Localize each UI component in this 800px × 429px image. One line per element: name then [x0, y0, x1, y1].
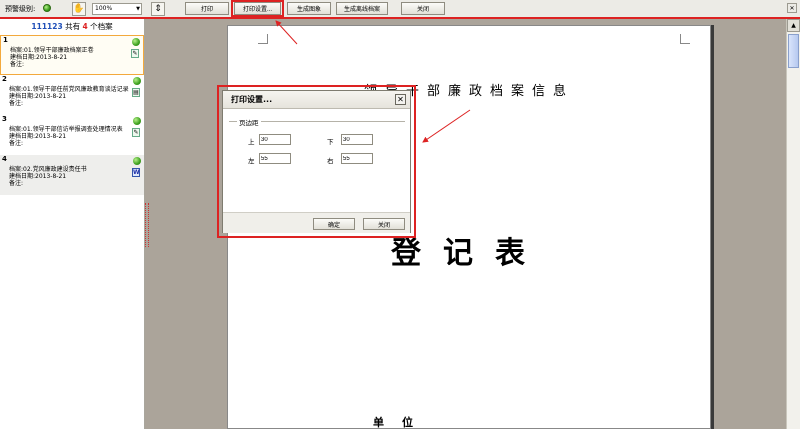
dialog-title: 打印设置...: [223, 91, 410, 109]
list-item-title: 档案:01.领导干部任前党风廉政教育谈话记录: [9, 86, 129, 93]
hand-icon[interactable]: ✋: [72, 2, 86, 16]
highlight-box-print-settings: [231, 0, 284, 17]
ok-button[interactable]: 确定: [313, 218, 355, 230]
left-margin-input[interactable]: [259, 153, 291, 164]
list-item-index: 1: [3, 36, 8, 44]
status-green-icon: [43, 4, 51, 12]
warning-level-label: 预警级别:: [5, 5, 36, 13]
archive-count: 4: [82, 22, 88, 31]
document-icon[interactable]: ✎: [132, 128, 140, 137]
list-item-date: 建档日期:2013-8-21: [9, 133, 67, 140]
archive-list-header: 111123 共有 4 个档案: [0, 19, 144, 35]
close-icon[interactable]: ✕: [395, 94, 406, 105]
list-item-date: 建档日期:2013-8-21: [9, 173, 67, 180]
close-button[interactable]: 关闭: [401, 2, 445, 15]
list-item-note: 备注:: [9, 140, 24, 147]
document-unit-label: 单位: [373, 416, 431, 429]
bottom-margin-label: 下: [327, 138, 334, 146]
list-item[interactable]: 1 ✎ 档案:01.领导干部廉政档案正卷 建档日期:2013-8-21 备注:: [0, 35, 144, 75]
scroll-up-icon[interactable]: ▲: [787, 19, 800, 32]
bottom-margin-input[interactable]: [341, 134, 373, 145]
vertical-scrollbar[interactable]: ▲: [786, 19, 800, 429]
document-icon[interactable]: ▤: [132, 88, 140, 97]
right-margin-input[interactable]: [341, 153, 373, 164]
toolbar: 预警级别: ✋ 100% ▼ ⇕ 打印 打印设置... 生成图象 生成离线档案 …: [0, 0, 800, 19]
page-corner-mark: [258, 34, 268, 44]
generate-image-button[interactable]: 生成图象: [287, 2, 331, 15]
generate-offline-archive-button[interactable]: 生成离线档案: [336, 2, 388, 15]
margin-group: 页边距: [229, 117, 405, 211]
cancel-button[interactable]: 关闭: [363, 218, 405, 230]
status-green-icon: [133, 117, 141, 125]
print-settings-dialog: 打印设置... ✕ 页边距 上 下 左 右 确定 关闭: [222, 90, 411, 233]
list-item[interactable]: 3 ✎ 档案:01.领导干部信访举报调查处理情况表 建档日期:2013-8-21…: [0, 115, 144, 155]
archive-list-panel: 111123 共有 4 个档案 1 ✎ 档案:01.领导干部廉政档案正卷 建档日…: [0, 19, 145, 429]
status-green-icon: [133, 157, 141, 165]
top-margin-label: 上: [248, 138, 255, 146]
scrollbar-thumb[interactable]: [788, 34, 799, 68]
list-item-title: 档案:02.党风廉政建设责任书: [9, 166, 87, 173]
print-button[interactable]: 打印: [185, 2, 229, 15]
top-margin-input[interactable]: [259, 134, 291, 145]
dialog-footer: 确定 关闭: [223, 212, 410, 233]
list-item-note: 备注:: [10, 61, 25, 68]
list-item-note: 备注:: [9, 180, 24, 187]
list-item-title: 档案:01.领导干部廉政档案正卷: [10, 47, 94, 54]
list-item[interactable]: 2 ▤ 档案:01.领导干部任前党风廉政教育谈话记录 建档日期:2013-8-2…: [0, 75, 144, 115]
fit-page-icon[interactable]: ⇕: [151, 2, 165, 16]
header-prefix: 共有: [65, 22, 81, 31]
margin-group-label: 页边距: [237, 117, 261, 127]
list-item-index: 3: [2, 115, 7, 123]
document-icon[interactable]: ✎: [131, 49, 139, 58]
list-item-date: 建档日期:2013-8-21: [9, 93, 67, 100]
right-margin-label: 右: [327, 157, 334, 165]
word-icon[interactable]: W: [132, 168, 140, 177]
close-icon[interactable]: ✕: [787, 3, 797, 13]
left-margin-label: 左: [248, 157, 255, 165]
status-green-icon: [132, 38, 140, 46]
list-item-title: 档案:01.领导干部信访举报调查处理情况表: [9, 126, 123, 133]
list-item-index: 4: [2, 155, 7, 163]
status-green-icon: [133, 77, 141, 85]
zoom-select[interactable]: 100% ▼: [92, 3, 142, 15]
page-corner-mark: [680, 34, 690, 44]
panel-splitter[interactable]: [145, 203, 149, 247]
archive-id: 111123: [31, 22, 63, 31]
header-suffix: 个档案: [90, 22, 113, 31]
list-item-note: 备注:: [9, 100, 24, 107]
chevron-down-icon: ▼: [136, 6, 140, 12]
list-item[interactable]: 4 W 档案:02.党风廉政建设责任书 建档日期:2013-8-21 备注:: [0, 155, 144, 195]
list-item-index: 2: [2, 75, 7, 83]
zoom-value: 100%: [95, 5, 113, 12]
list-item-date: 建档日期:2013-8-21: [10, 54, 68, 61]
